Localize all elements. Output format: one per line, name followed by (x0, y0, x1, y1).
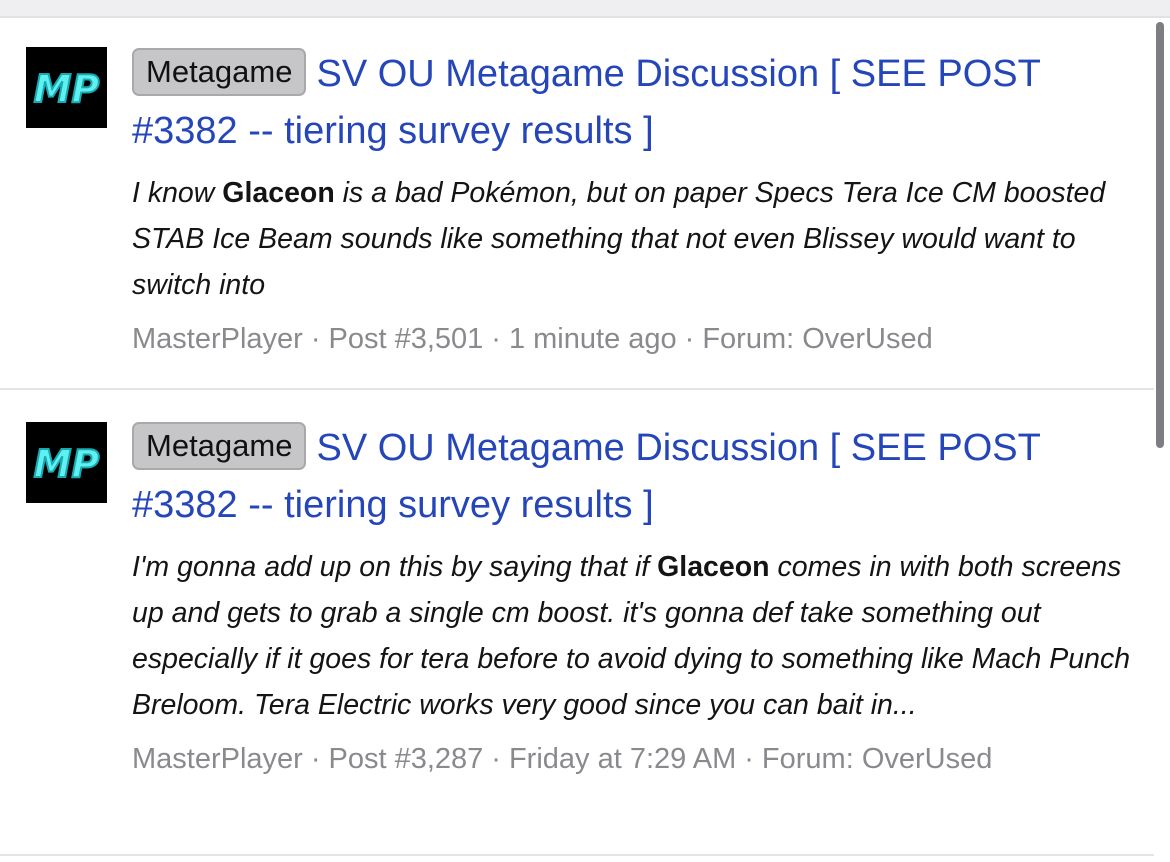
meta-separator: · (744, 743, 754, 775)
meta-separator: · (684, 323, 695, 355)
result-meta: MasterPlayer · Post #3,501 · 1 minute ago · Fo… (132, 318, 1144, 360)
result-snippet: I'm gonna add up on this by saying that … (132, 544, 1144, 728)
author-link[interactable]: MasterPlayer (132, 323, 303, 355)
avatar-mp-icon: MP (33, 441, 101, 487)
snippet-highlight: Glaceon (657, 551, 770, 583)
post-time: Friday at 7:29 AM (508, 743, 737, 775)
result-content: Metagame SV OU Metagame Discussion [ SEE … (132, 420, 1144, 780)
avatar[interactable]: MP (26, 47, 107, 128)
prefix-badge[interactable]: Metagame (132, 422, 307, 470)
avatar-initials: MP (34, 67, 100, 111)
avatar-initials: MP (34, 442, 100, 486)
forum-link[interactable]: Forum: OverUsed (762, 743, 992, 775)
prefix-badge[interactable]: Metagame (132, 48, 307, 96)
scrollbar-thumb[interactable] (1156, 22, 1164, 448)
result-title-line: Metagame SV OU Metagame Discussion [ SEE … (132, 420, 1144, 534)
avatar[interactable]: MP (26, 422, 107, 503)
avatar-mp-icon: MP (33, 66, 101, 112)
post-time: 1 minute ago (508, 323, 677, 355)
meta-separator: · (310, 323, 321, 355)
result-meta: MasterPlayer · Post #3,287 · Friday at 7:29 … (132, 738, 1144, 780)
top-bar (0, 0, 1170, 18)
meta-separator: · (491, 743, 501, 775)
post-number-link[interactable]: Post #3,501 (329, 323, 484, 355)
search-result: MP Metagame SV OU Metagame Discussion [ S… (0, 390, 1154, 854)
snippet-text: I know (132, 177, 223, 209)
search-result: MP Metagame SV OU Metagame Discussion [ S… (0, 18, 1154, 388)
snippet-highlight: Glaceon (222, 177, 335, 209)
forum-link[interactable]: Forum: OverUsed (702, 323, 932, 355)
meta-separator: · (310, 743, 321, 775)
result-title-line: Metagame SV OU Metagame Discussion [ SEE … (132, 46, 1144, 160)
meta-separator: · (491, 323, 501, 355)
post-number-link[interactable]: Post #3,287 (329, 743, 484, 775)
result-snippet: I know Glaceon is a bad Pokémon, but on … (132, 170, 1144, 308)
snippet-text: I'm gonna add up on this by saying that … (132, 551, 658, 583)
result-content: Metagame SV OU Metagame Discussion [ SEE … (132, 46, 1144, 360)
author-link[interactable]: MasterPlayer (132, 743, 303, 775)
result-divider (0, 854, 1154, 856)
